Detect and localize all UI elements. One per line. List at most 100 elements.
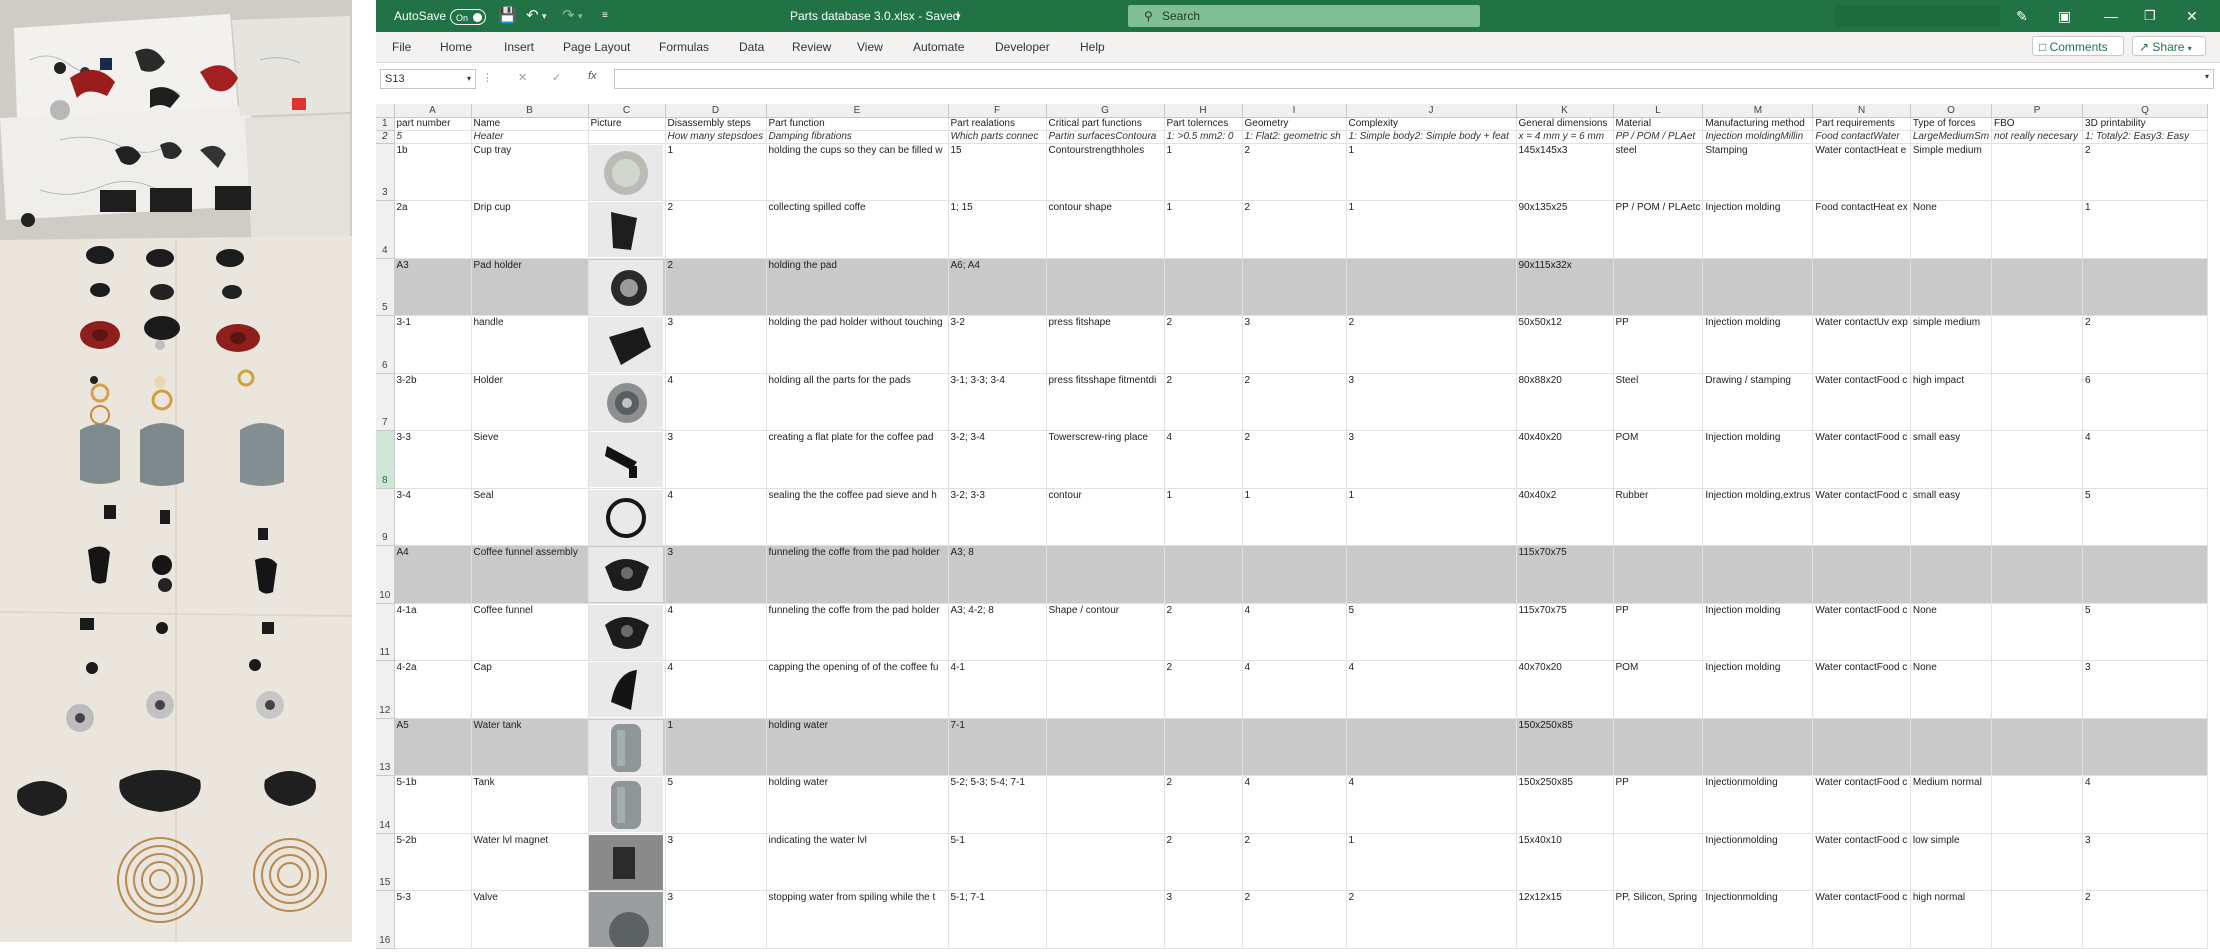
cell-i[interactable]: Geometry bbox=[1242, 117, 1347, 131]
col-header-g[interactable]: G bbox=[1046, 104, 1165, 118]
cell-p[interactable] bbox=[1991, 143, 2084, 201]
formula-input[interactable]: ▾ bbox=[614, 69, 2214, 89]
part-picture-cell[interactable] bbox=[588, 373, 666, 431]
cell-m[interactable] bbox=[1702, 718, 1814, 776]
col-header-q[interactable]: Q bbox=[2082, 104, 2209, 118]
cell-o[interactable]: Type of forces bbox=[1910, 117, 1993, 131]
cell-i[interactable]: 1: Flat2: geometric sh bbox=[1242, 130, 1347, 144]
cell-d[interactable]: 2 bbox=[665, 200, 767, 259]
cell-o[interactable]: small easy bbox=[1910, 488, 1993, 546]
cell-f[interactable]: A6; A4 bbox=[948, 258, 1047, 316]
cell-g[interactable]: Contourstrengthholes bbox=[1046, 143, 1165, 201]
cell-f[interactable]: A3; 8 bbox=[948, 545, 1047, 604]
row-header[interactable]: 8 bbox=[376, 430, 395, 489]
col-header-c[interactable]: C bbox=[588, 104, 666, 118]
redo-dropdown-icon[interactable]: ▾ bbox=[578, 0, 583, 32]
cell-k[interactable]: 145x145x3 bbox=[1516, 143, 1614, 201]
cell-e[interactable]: holding water bbox=[766, 775, 949, 834]
cell-f[interactable]: 5-1 bbox=[948, 833, 1047, 891]
cell-h[interactable]: 2 bbox=[1164, 373, 1243, 431]
cell-i[interactable] bbox=[1242, 258, 1347, 316]
cell-q[interactable] bbox=[2082, 258, 2209, 316]
cell-d[interactable]: How many stepsdoes bbox=[665, 130, 767, 144]
cell-k[interactable]: 90x115x32x bbox=[1516, 258, 1614, 316]
cell-j[interactable]: 1 bbox=[1346, 488, 1517, 546]
cell-p[interactable] bbox=[1991, 718, 2084, 776]
cell-m[interactable]: Injectionmolding bbox=[1702, 890, 1814, 949]
cell-e[interactable]: funneling the coffe from the pad holder bbox=[766, 545, 949, 604]
cell-n[interactable] bbox=[1812, 545, 1911, 604]
cell-d[interactable]: Disassembly steps bbox=[665, 117, 767, 131]
cell-e[interactable]: funneling the coffe from the pad holder bbox=[766, 603, 949, 661]
cell-j[interactable] bbox=[1346, 545, 1517, 604]
cell-i[interactable]: 2 bbox=[1242, 890, 1347, 949]
cell-k[interactable]: 115x70x75 bbox=[1516, 545, 1614, 604]
cell-d[interactable]: 5 bbox=[665, 775, 767, 834]
part-picture-cell[interactable] bbox=[588, 833, 666, 891]
menu-insert[interactable]: Insert bbox=[504, 32, 534, 62]
cell-l[interactable] bbox=[1613, 545, 1704, 604]
cell-d[interactable]: 1 bbox=[665, 143, 767, 201]
cell-b[interactable]: Cup tray bbox=[471, 143, 589, 201]
cell-b[interactable]: Sieve bbox=[471, 430, 589, 489]
cell-g[interactable] bbox=[1046, 258, 1165, 316]
customize-toolbar-icon[interactable]: ≡ bbox=[602, 0, 608, 32]
menu-help[interactable]: Help bbox=[1080, 32, 1105, 62]
cell-q[interactable]: 4 bbox=[2082, 775, 2209, 834]
cell-e[interactable]: collecting spilled coffe bbox=[766, 200, 949, 259]
cell-a[interactable]: 4-1a bbox=[394, 603, 472, 661]
cell-a[interactable]: A3 bbox=[394, 258, 472, 316]
cell-m[interactable]: Injection molding bbox=[1702, 660, 1814, 719]
cell-h[interactable]: 1 bbox=[1164, 200, 1243, 259]
cell-j[interactable] bbox=[1346, 718, 1517, 776]
cell-m[interactable]: Stamping bbox=[1702, 143, 1814, 201]
cell-n[interactable] bbox=[1812, 718, 1911, 776]
cell-k[interactable]: 40x40x2 bbox=[1516, 488, 1614, 546]
cell-i[interactable] bbox=[1242, 545, 1347, 604]
cell-m[interactable]: Injectionmolding bbox=[1702, 833, 1814, 891]
cell-b[interactable]: Seal bbox=[471, 488, 589, 546]
cell-m[interactable] bbox=[1702, 258, 1814, 316]
cell-a[interactable]: 5-2b bbox=[394, 833, 472, 891]
cell-k[interactable]: 50x50x12 bbox=[1516, 315, 1614, 374]
cell-i[interactable]: 1 bbox=[1242, 488, 1347, 546]
cell-p[interactable]: not really necesary bbox=[1991, 130, 2084, 144]
cell-d[interactable]: 4 bbox=[665, 373, 767, 431]
cell-o[interactable]: high normal bbox=[1910, 890, 1993, 949]
cell-n[interactable]: Water contactFood c bbox=[1812, 890, 1911, 949]
col-header-a[interactable]: A bbox=[394, 104, 472, 118]
part-picture-cell[interactable] bbox=[588, 718, 666, 776]
cell-i[interactable] bbox=[1242, 718, 1347, 776]
cell-l[interactable]: steel bbox=[1613, 143, 1704, 201]
cell-k[interactable]: 40x40x20 bbox=[1516, 430, 1614, 489]
cell-o[interactable]: LargeMediumSm bbox=[1910, 130, 1993, 144]
cell-h[interactable]: 1 bbox=[1164, 143, 1243, 201]
col-header-f[interactable]: F bbox=[948, 104, 1047, 118]
cell-g[interactable]: Towerscrew-ring place bbox=[1046, 430, 1165, 489]
cell-k[interactable]: 150x250x85 bbox=[1516, 775, 1614, 834]
menu-review[interactable]: Review bbox=[792, 32, 831, 62]
cell-k[interactable]: 80x88x20 bbox=[1516, 373, 1614, 431]
cell-d[interactable]: 3 bbox=[665, 545, 767, 604]
part-picture-cell[interactable] bbox=[588, 890, 666, 949]
cell-b[interactable]: Water lvl magnet bbox=[471, 833, 589, 891]
cell-e[interactable]: Damping fibrations bbox=[766, 130, 949, 144]
cell-p[interactable] bbox=[1991, 545, 2084, 604]
part-picture-cell[interactable] bbox=[588, 315, 666, 374]
cell-o[interactable]: None bbox=[1910, 603, 1993, 661]
cell-g[interactable]: press fitshape bbox=[1046, 315, 1165, 374]
col-header-b[interactable]: B bbox=[471, 104, 589, 118]
close-icon[interactable]: ✕ bbox=[2186, 0, 2198, 32]
cell-k[interactable]: 15x40x10 bbox=[1516, 833, 1614, 891]
row-header[interactable]: 14 bbox=[376, 775, 395, 834]
cell-o[interactable]: simple medium bbox=[1910, 315, 1993, 374]
cancel-icon[interactable]: ✕ bbox=[518, 71, 527, 84]
menu-page-layout[interactable]: Page Layout bbox=[563, 32, 630, 62]
col-header-d[interactable]: D bbox=[665, 104, 767, 118]
name-box-dropdown-icon[interactable]: ▾ bbox=[467, 70, 471, 88]
part-picture-cell[interactable] bbox=[588, 660, 666, 719]
menu-data[interactable]: Data bbox=[739, 32, 764, 62]
cell-m[interactable]: Injection molding bbox=[1702, 430, 1814, 489]
cell-d[interactable]: 2 bbox=[665, 258, 767, 316]
cell-a[interactable]: 3-3 bbox=[394, 430, 472, 489]
